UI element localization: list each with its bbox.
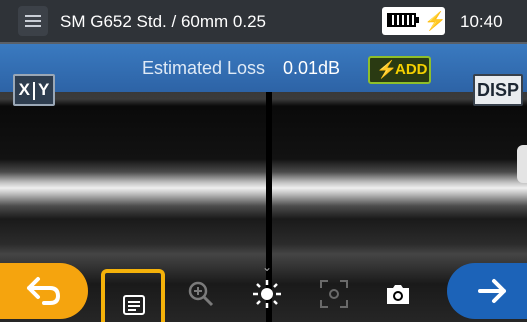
y-label: Y bbox=[38, 80, 50, 99]
status-bar: SM G652 Std. / 60mm 0.25 ⚡ 10:40 bbox=[0, 0, 527, 44]
forward-button[interactable] bbox=[447, 263, 527, 319]
forward-arrow-icon bbox=[478, 279, 506, 303]
side-panel-tab[interactable] bbox=[517, 145, 527, 183]
battery-charging-icon: ⚡ bbox=[382, 7, 446, 35]
display-button[interactable]: DISP bbox=[473, 74, 523, 106]
xy-view-button[interactable]: XY bbox=[13, 74, 55, 106]
back-button[interactable] bbox=[0, 263, 88, 319]
clock: 10:40 bbox=[460, 12, 503, 31]
lightning-icon: ⚡ bbox=[376, 60, 398, 79]
menu-list-icon bbox=[123, 295, 145, 315]
chevron-down-icon: ⌄ bbox=[262, 260, 273, 274]
x-label: X bbox=[18, 80, 30, 99]
menu-list-button[interactable] bbox=[101, 269, 165, 322]
add-button-label: ADD bbox=[395, 61, 428, 78]
camera-icon[interactable] bbox=[383, 279, 413, 309]
back-arrow-icon bbox=[27, 277, 60, 305]
focus-target-icon[interactable] bbox=[319, 279, 349, 309]
add-loss-button[interactable]: ⚡ ADD bbox=[368, 56, 431, 84]
hamburger-menu-icon[interactable] bbox=[18, 6, 48, 36]
fiber-profile-title: SM G652 Std. / 60mm 0.25 bbox=[60, 12, 266, 31]
zoom-in-icon[interactable] bbox=[186, 279, 216, 309]
brightness-icon[interactable] bbox=[252, 279, 282, 309]
estimated-loss-label: Estimated Loss bbox=[142, 58, 266, 78]
estimated-loss-value: 0.01dB bbox=[283, 58, 341, 78]
